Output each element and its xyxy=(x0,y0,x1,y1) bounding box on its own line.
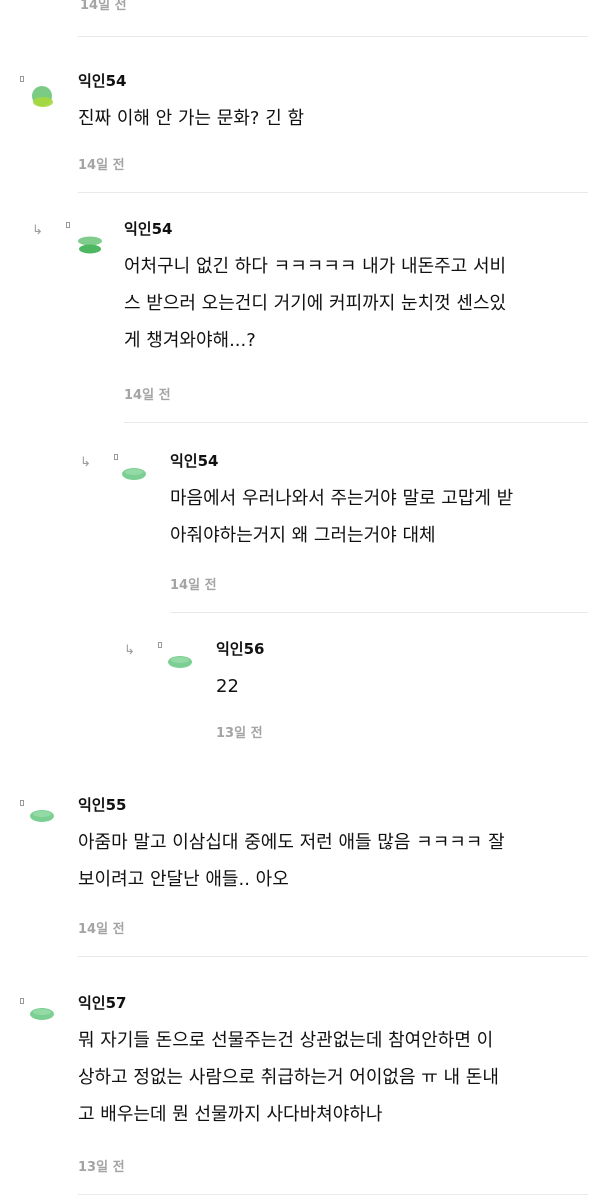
comment-divider xyxy=(78,1194,588,1195)
comment-body: 진짜 이해 안 가는 문화? 긴 함 xyxy=(78,108,305,129)
top-divider xyxy=(78,36,588,37)
avatar[interactable] xyxy=(166,652,194,672)
comment-body: 22 xyxy=(216,676,239,697)
comment-bullet-icon xyxy=(20,76,24,82)
comment-item: 익인57 뭐 자기들 돈으로 선물주는건 상관없는데 참여안하면 이 상하고 정… xyxy=(20,984,588,1198)
comment-divider xyxy=(124,422,588,423)
comment-time: 14일 전 xyxy=(170,578,217,593)
comment-author[interactable]: 익인54 xyxy=(170,450,218,471)
comment-item: 익인55 아줌마 말고 이삼십대 중에도 저런 애들 많음 ㅋㅋㅋㅋ 잘 보이려… xyxy=(20,786,588,958)
comment-body: 아줌마 말고 이삼십대 중에도 저런 애들 많음 ㅋㅋㅋㅋ 잘 보이려고 안달난… xyxy=(78,832,505,890)
avatar[interactable] xyxy=(28,1004,56,1024)
comment-body: 마음에서 우러나와서 주는거야 말로 고맙게 받 아줘야하는거지 왜 그러는거야… xyxy=(170,488,514,546)
comment-divider xyxy=(78,192,588,193)
reply-comment: ↳ 익인56 22 13일 전 xyxy=(124,628,588,750)
reply-arrow-icon: ↳ xyxy=(32,223,43,238)
reply-comment: ↳ 익인54 어처구니 없긴 하다 ㅋㅋㅋㅋㅋ 내가 내돈주고 서비 스 받으러… xyxy=(32,208,588,424)
comment-divider xyxy=(170,612,588,613)
reply-arrow-icon: ↳ xyxy=(124,643,135,658)
comment-author[interactable]: 익인55 xyxy=(78,794,126,815)
comment-bullet-icon xyxy=(66,222,70,228)
comment-divider xyxy=(78,956,588,957)
comment-time: 13일 전 xyxy=(216,726,263,741)
reply-comment: ↳ 익인54 마음에서 우러나와서 주는거야 말로 고맙게 받 아줘야하는거지 … xyxy=(80,440,588,614)
comment-time: 14일 전 xyxy=(78,922,125,937)
avatar[interactable] xyxy=(120,464,148,484)
avatar[interactable] xyxy=(76,234,104,256)
previous-comment-time: 14일 전 xyxy=(80,0,127,13)
comment-bullet-icon xyxy=(114,454,118,460)
comment-author[interactable]: 익인57 xyxy=(78,992,126,1013)
comment-author[interactable]: 익인54 xyxy=(124,218,172,239)
comment-body: 어처구니 없긴 하다 ㅋㅋㅋㅋㅋ 내가 내돈주고 서비 스 받으러 오는건디 거… xyxy=(124,256,507,351)
comment-bullet-icon xyxy=(20,800,24,806)
comment-author[interactable]: 익인56 xyxy=(216,638,264,659)
comment-body: 뭐 자기들 돈으로 선물주는건 상관없는데 참여안하면 이 상하고 정없는 사람… xyxy=(78,1030,499,1125)
comment-time: 14일 전 xyxy=(78,158,125,173)
comment-author[interactable]: 익인54 xyxy=(78,70,126,91)
comment-time: 13일 전 xyxy=(78,1160,125,1175)
comment-bullet-icon xyxy=(158,642,162,648)
reply-arrow-icon: ↳ xyxy=(80,455,91,470)
avatar[interactable] xyxy=(28,806,56,826)
avatar[interactable] xyxy=(30,82,54,112)
comment-bullet-icon xyxy=(20,998,24,1004)
comment-item: 익인54 진짜 이해 안 가는 문화? 긴 함 14일 전 xyxy=(20,62,588,194)
comment-time: 14일 전 xyxy=(124,388,171,403)
